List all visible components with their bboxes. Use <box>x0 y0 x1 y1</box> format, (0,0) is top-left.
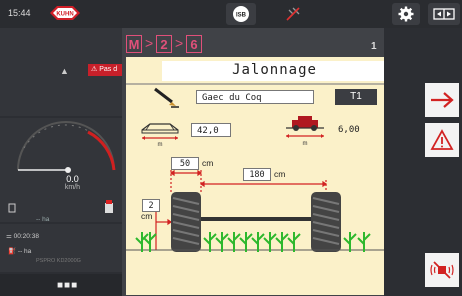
warning-button[interactable] <box>425 123 459 157</box>
breadcrumb-item-6[interactable]: 6 <box>186 35 202 53</box>
fullscreen-button[interactable] <box>428 3 460 25</box>
tractor-tool-icon: m <box>286 116 324 147</box>
dialog-title: Jalonnage <box>232 62 317 78</box>
timer: ⚌ 00:20:38 <box>6 233 39 240</box>
alarm-mute-icon <box>430 261 454 279</box>
tool-width-value: 6,00 <box>338 125 360 135</box>
warning-triangle-icon <box>430 129 454 150</box>
track-gap-unit: cm <box>202 158 214 168</box>
sprayer-unit: m <box>158 142 163 148</box>
page-number: 1 <box>371 41 377 52</box>
alert-strip[interactable]: ⚠ Pas d <box>88 64 125 76</box>
logo-text: KUHN <box>56 12 73 18</box>
alert-label: Pas d <box>99 66 118 73</box>
gear-icon <box>398 6 414 22</box>
gps-signal-icon <box>286 7 300 21</box>
timer-value: 00:20:38 <box>13 233 39 240</box>
breadcrumb-item-menu[interactable]: M <box>126 35 142 53</box>
counter-1: -- ha <box>36 216 50 223</box>
right-tyre <box>311 192 341 252</box>
settings-button[interactable] <box>392 3 420 25</box>
isobus-button[interactable]: ISB <box>226 3 256 25</box>
tramline-diagram <box>126 170 384 252</box>
axle <box>201 217 311 221</box>
more-menu-icon[interactable]: ■■■ <box>57 280 78 291</box>
track-gap-field[interactable]: 50 <box>171 157 199 170</box>
fullscreen-icon <box>433 8 455 20</box>
left-tyre <box>171 192 201 252</box>
breadcrumb-separator: > <box>175 35 184 51</box>
svg-text:ISB: ISB <box>236 13 247 19</box>
kuhn-logo: KUHN <box>50 6 80 20</box>
farm-name-field[interactable]: Gaec du Coq <box>196 90 314 104</box>
device-info: PSPRO KD2000G <box>36 258 81 264</box>
speed-gauge <box>17 121 116 173</box>
isobus-icon: ISB <box>233 6 249 22</box>
arrow-right-icon <box>431 92 454 108</box>
sprayer-boom-icon: m <box>141 123 179 148</box>
divider <box>126 83 384 85</box>
breadcrumb-separator: > <box>145 35 154 51</box>
tank-icon <box>104 200 114 219</box>
clock: 15:44 <box>8 8 31 18</box>
breadcrumb-item-2[interactable]: 2 <box>156 35 172 53</box>
mute-alarm-button[interactable] <box>425 253 459 287</box>
counter-2: ⛽ -- ha <box>8 248 32 255</box>
next-button[interactable] <box>425 83 459 117</box>
tool-unit: m <box>303 141 308 147</box>
sprayer-width-field[interactable]: 42,0 <box>191 123 231 137</box>
counter-2-value: -- ha <box>17 248 32 255</box>
tramline-t1-button[interactable]: T1 <box>335 89 377 105</box>
hopper-icon <box>8 203 16 215</box>
collapse-arrow-icon[interactable]: ▲ <box>60 66 69 76</box>
pencil-icon <box>154 87 179 108</box>
